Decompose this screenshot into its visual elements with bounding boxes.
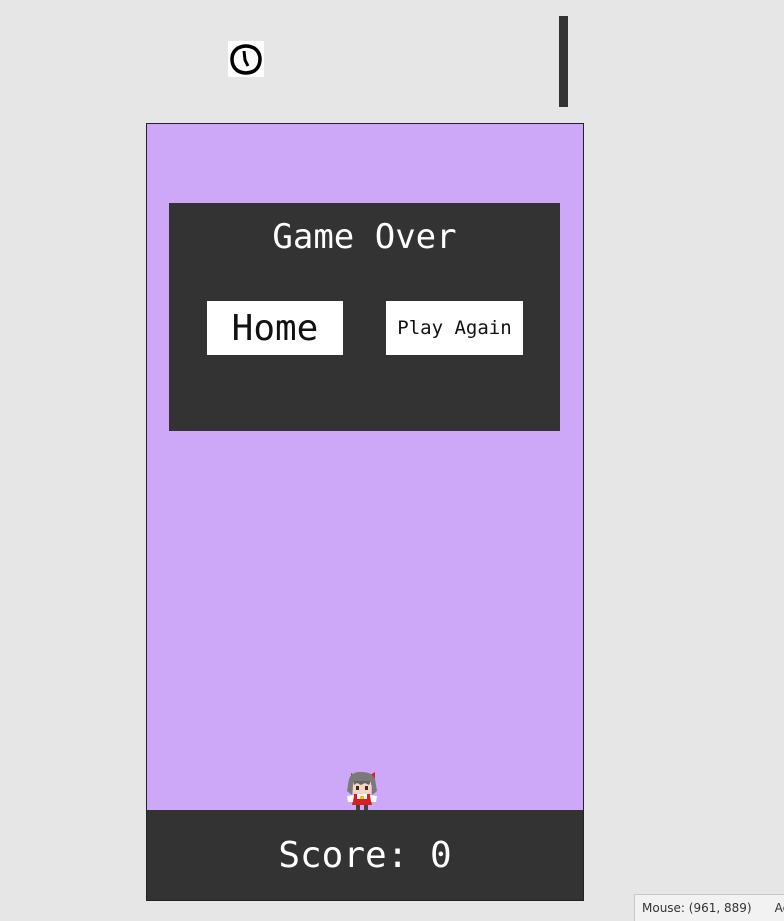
mouse-coordinates: Mouse: (961, 889): [642, 901, 752, 915]
status-extra: Act: [774, 901, 784, 915]
play-again-button[interactable]: Play Again: [386, 301, 523, 355]
game-over-panel: Game Over Home Play Again: [169, 203, 560, 431]
game-over-title: Game Over: [272, 217, 457, 257]
player-sprite: [341, 769, 381, 811]
score-value: 0: [429, 834, 452, 876]
score-label: Score:: [278, 834, 409, 876]
score-bar: Score: 0: [147, 810, 583, 900]
timer-bar: [559, 16, 568, 107]
game-area[interactable]: Game Over Home Play Again Score: 0: [146, 123, 584, 901]
home-button[interactable]: Home: [207, 301, 343, 355]
status-bar: Mouse: (961, 889) Act: [634, 894, 784, 921]
clock-icon: [228, 41, 264, 77]
